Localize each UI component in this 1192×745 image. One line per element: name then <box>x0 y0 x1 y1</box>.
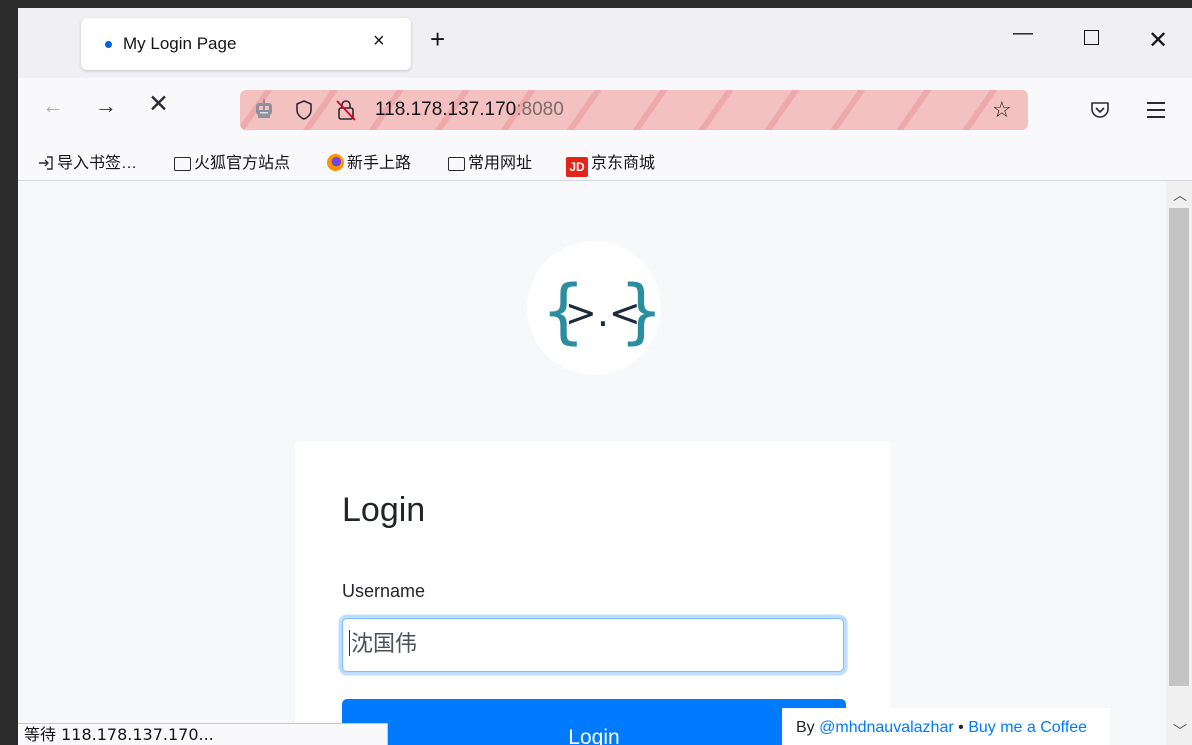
url-text[interactable]: 118.178.137.170:8080 <box>375 99 564 121</box>
minimize-button[interactable]: — <box>1013 22 1033 45</box>
bookmark-label: 京东商城 <box>591 155 656 172</box>
firefox-icon <box>327 154 344 171</box>
bookmark-getting-started[interactable]: 新手上路 <box>327 149 411 173</box>
folder-icon <box>174 157 191 171</box>
credit-box: By @mhdnauvalazhar • Buy me a Coffee <box>782 708 1110 745</box>
app-logo: { >.< } <box>527 241 664 375</box>
browser-window: My Login Page × + — ✕ ← → ✕ 118.178.137.… <box>18 8 1192 745</box>
text-caret <box>349 630 350 656</box>
author-link[interactable]: @mhdnauvalazhar <box>819 719 954 736</box>
insecure-lock-icon[interactable] <box>335 98 357 122</box>
stop-button[interactable]: ✕ <box>148 92 169 117</box>
folder-icon <box>448 157 465 171</box>
tab-title: My Login Page <box>123 34 237 53</box>
username-label: Username <box>342 581 426 601</box>
url-host: 118.178.137.170 <box>375 99 517 120</box>
brackets-face-icon: { >.< } <box>541 270 664 352</box>
bookmark-jd[interactable]: JD 京东商城 <box>566 149 655 177</box>
import-icon <box>39 156 53 170</box>
menu-icon[interactable] <box>1147 102 1165 123</box>
logo-right-brace: } <box>619 270 661 352</box>
tab-strip: My Login Page × + — ✕ <box>18 8 1192 78</box>
username-input[interactable]: 沈国伟 <box>342 618 844 672</box>
loading-dot-icon <box>105 41 112 48</box>
status-bar: 等待 118.178.137.170... <box>18 723 388 745</box>
remote-control-robot-icon[interactable] <box>253 98 275 120</box>
pocket-icon[interactable] <box>1089 99 1111 121</box>
credit-separator: • <box>958 719 964 736</box>
bookmark-label: 新手上路 <box>347 155 412 172</box>
bookmark-import[interactable]: 导入书签… <box>38 149 137 173</box>
credit-prefix: By <box>796 719 815 736</box>
new-tab-button[interactable]: + <box>430 26 445 52</box>
login-title: Login <box>342 491 426 529</box>
maximize-button[interactable] <box>1084 28 1099 51</box>
login-card: Login Username 沈国伟 Login <box>295 441 891 745</box>
bookmark-label: 火狐官方站点 <box>194 155 291 172</box>
back-button[interactable]: ← <box>42 95 64 117</box>
scroll-down-icon[interactable]: ﹀ <box>1173 721 1187 741</box>
bookmark-common-sites[interactable]: 常用网址 <box>448 149 532 173</box>
login-button[interactable]: Login <box>342 699 846 745</box>
maximize-icon <box>1084 30 1099 45</box>
bookmarks-toolbar: 导入书签… 火狐官方站点 新手上路 常用网址 JD 京东商城 <box>18 140 1192 181</box>
url-port: :8080 <box>516 99 564 120</box>
tab-close-icon[interactable]: × <box>373 30 385 53</box>
bookmark-firefox-site[interactable]: 火狐官方站点 <box>174 149 290 173</box>
scrollbar[interactable]: ︿ ﹀ <box>1166 181 1192 745</box>
nav-bar: ← → ✕ 118.178.137.170:8080 ☆ <box>18 78 1192 140</box>
tab-my-login-page[interactable]: My Login Page × <box>81 18 411 70</box>
jd-icon: JD <box>566 157 588 177</box>
bookmark-star-icon[interactable]: ☆ <box>992 97 1012 123</box>
bookmark-label: 导入书签… <box>57 155 138 172</box>
bookmark-label: 常用网址 <box>468 155 533 172</box>
buy-coffee-link[interactable]: Buy me a Coffee <box>968 719 1087 736</box>
close-window-button[interactable]: ✕ <box>1148 26 1168 55</box>
url-bar[interactable]: 118.178.137.170:8080 ☆ <box>240 90 1028 130</box>
scrollbar-thumb[interactable] <box>1169 208 1189 686</box>
scroll-up-icon[interactable]: ︿ <box>1173 185 1187 205</box>
forward-button[interactable]: → <box>95 95 117 117</box>
tracking-shield-icon[interactable] <box>295 99 313 121</box>
username-value: 沈国伟 <box>351 632 418 657</box>
page-content: { >.< } Login Username 沈国伟 Login <box>18 181 1166 745</box>
